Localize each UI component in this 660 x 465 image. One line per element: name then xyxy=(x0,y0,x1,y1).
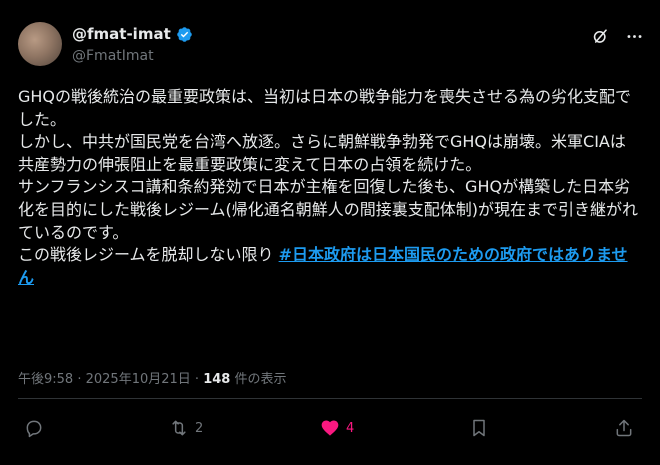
views-count: 148 xyxy=(203,372,231,387)
views-separator: · xyxy=(190,372,204,387)
share-button[interactable] xyxy=(614,418,634,438)
reply-button[interactable] xyxy=(24,418,44,438)
action-bar: 2 4 xyxy=(18,418,642,448)
verified-badge-icon xyxy=(176,26,193,43)
views-label: 件の表示 xyxy=(230,372,287,387)
reply-icon xyxy=(26,420,42,438)
more-options-icon[interactable] xyxy=(624,26,644,46)
tweet-meta: 午後9:58 · 2025年10月21日 · 148 件の表示 xyxy=(18,368,286,387)
author-names: @fmat-imat @FmatImat xyxy=(72,25,193,64)
tweet-time[interactable]: 午後9:58 xyxy=(18,372,73,387)
avatar[interactable] xyxy=(18,22,62,66)
author-handle[interactable]: @FmatImat xyxy=(72,48,193,64)
tweet-header: @fmat-imat @FmatImat xyxy=(18,20,644,70)
top-actions xyxy=(590,26,644,46)
share-icon xyxy=(616,419,632,437)
divider xyxy=(18,398,642,399)
like-count: 4 xyxy=(346,420,355,436)
display-name[interactable]: @fmat-imat xyxy=(72,25,171,43)
retweet-count: 2 xyxy=(195,420,204,436)
bookmark-icon xyxy=(473,419,485,437)
bookmark-button[interactable] xyxy=(469,418,489,438)
tweet-text: GHQの戦後統治の最重要政策は、当初は日本の戦争能力を喪失させる為の劣化支配でし… xyxy=(18,86,640,289)
tweet-card: @fmat-imat @FmatImat GHQの戦後統治の最重要政策は、当初は… xyxy=(0,0,660,465)
tweet-body-text: GHQの戦後統治の最重要政策は、当初は日本の戦争能力を喪失させる為の劣化支配でし… xyxy=(18,87,639,265)
tweet-date[interactable]: 2025年10月21日 xyxy=(86,372,191,387)
heart-icon xyxy=(321,420,339,436)
display-name-row: @fmat-imat xyxy=(72,25,193,43)
retweet-button[interactable]: 2 xyxy=(169,418,203,438)
retweet-icon xyxy=(172,420,186,436)
meta-separator: · xyxy=(73,372,86,387)
grok-icon[interactable] xyxy=(590,26,610,46)
like-button[interactable]: 4 xyxy=(320,418,354,438)
